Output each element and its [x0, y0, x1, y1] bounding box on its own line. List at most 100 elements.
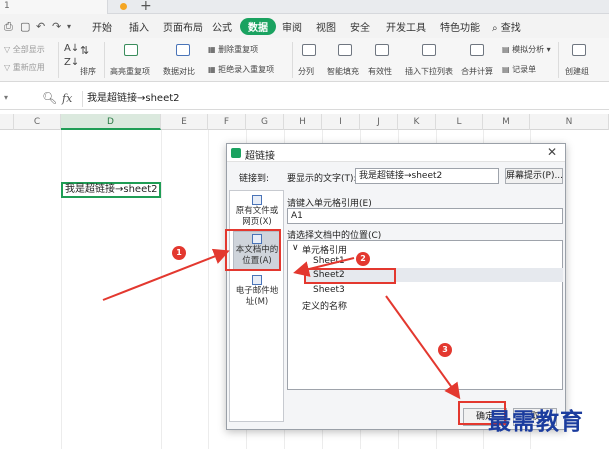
menu-bar: ⎙ ▢ ↶ ↷ ▾ 开始 插入 页面布局 公式 数据 审阅 视图 安全 开发工具… [0, 14, 609, 38]
grid-line [61, 130, 62, 449]
remove-duplicates-button[interactable]: ▦ 删除重复项 [208, 44, 258, 55]
formula-input[interactable]: 我是超链接→sheet2 [82, 91, 609, 107]
redo-icon[interactable]: ↷ [52, 20, 61, 33]
insert-dropdown-icon [422, 44, 436, 56]
tree-expand-icon[interactable]: ∨ [292, 243, 299, 253]
highlight-duplicates-icon [124, 44, 138, 56]
column-headers: C D E F G H I J K L M N [0, 114, 609, 130]
column-header-selected[interactable]: D [61, 114, 161, 130]
corner-cell[interactable] [0, 114, 14, 130]
step-badge-1: 1 [172, 246, 186, 260]
nav-email-address[interactable]: 电子邮件地址(M) [233, 275, 281, 308]
column-header[interactable]: H [284, 114, 322, 130]
simulate-analysis-button[interactable]: ▤ 模拟分析 ▾ [502, 44, 551, 55]
reapply-button[interactable]: ▽ 重新应用 [4, 62, 45, 73]
column-header[interactable]: I [322, 114, 360, 130]
cell-ref-input[interactable]: A1 [287, 208, 563, 224]
tab-developer[interactable]: 开发工具 [386, 19, 426, 34]
tree-defined-names[interactable]: 定义的名称 [302, 299, 347, 312]
zoom-icon[interactable]: 🔍︎ [42, 91, 57, 105]
preview-icon[interactable]: ▢ [20, 20, 30, 33]
filter-icon: ▽ [4, 45, 11, 54]
ribbon-toolbar: ▽ 全部显示 ▽ 重新应用 A↓ Z↓ ⇅ 排序 高亮重复项 数据对比 ▦ 删除… [0, 38, 609, 82]
merge-calc-icon [470, 44, 484, 56]
create-group-icon [572, 44, 586, 56]
insert-dropdown-button[interactable]: 插入下拉列表 [405, 66, 453, 77]
tab-features[interactable]: 特色功能 [440, 19, 480, 34]
tab-insert[interactable]: 插入 [129, 19, 149, 34]
column-header[interactable]: C [14, 114, 61, 130]
search-button[interactable]: ⌕ 查找 [492, 19, 521, 34]
split-column-icon [302, 44, 316, 56]
reject-duplicates-label: 拒绝录入重复项 [218, 65, 275, 74]
tab-view[interactable]: 视图 [316, 19, 336, 34]
quick-access-dropdown-icon[interactable]: ▾ [67, 22, 71, 31]
highlight-duplicates-button[interactable]: 高亮重复项 [110, 66, 150, 77]
email-icon [252, 275, 262, 285]
undo-icon[interactable]: ↶ [36, 20, 45, 33]
column-header[interactable]: M [483, 114, 530, 130]
simulate-icon: ▤ [502, 45, 510, 54]
tree-sheet3[interactable]: Sheet3 [313, 285, 345, 295]
document-tab[interactable]: 1 [0, 0, 108, 14]
tree-cell-reference[interactable]: 单元格引用 [302, 243, 347, 256]
column-header[interactable]: J [360, 114, 398, 130]
column-header[interactable]: F [208, 114, 246, 130]
nav-existing-file[interactable]: 原有文件或网页(X) [233, 195, 281, 228]
smart-fill-button[interactable]: 智能填充 [327, 66, 359, 77]
tab-data[interactable]: 数据 [240, 18, 276, 35]
tab-formula[interactable]: 公式 [212, 19, 232, 34]
ribbon-separator [104, 42, 105, 78]
column-header[interactable]: L [436, 114, 483, 130]
close-icon[interactable]: ✕ [547, 145, 557, 159]
validity-button[interactable]: 有效性 [368, 66, 392, 77]
sort-desc-icon[interactable]: Z↓ [64, 57, 79, 68]
show-all-button[interactable]: ▽ 全部显示 [4, 44, 45, 55]
new-tab-plus-icon[interactable]: + [140, 0, 152, 14]
column-header[interactable]: G [246, 114, 284, 130]
reject-duplicates-icon: ▦ [208, 65, 216, 74]
data-compare-button[interactable]: 数据对比 [163, 66, 195, 77]
data-compare-icon [176, 44, 190, 56]
column-header[interactable]: N [530, 114, 609, 130]
watermark-text: 最需教育 [488, 408, 584, 435]
column-header[interactable]: E [161, 114, 208, 130]
sort-icon[interactable]: ⇅ [80, 44, 89, 57]
tab-review[interactable]: 审阅 [282, 19, 302, 34]
selected-cell-hyperlink[interactable]: 我是超链接→sheet2 [61, 182, 161, 198]
remove-duplicates-label: 删除重复项 [218, 45, 259, 54]
screen-tip-button[interactable]: 屏幕提示(P)... [505, 168, 563, 184]
record-form-button[interactable]: ▤ 记录单 [502, 64, 536, 75]
grid-line [208, 130, 209, 449]
create-group-button[interactable]: 创建组 [565, 66, 589, 77]
reject-duplicates-button[interactable]: ▦ 拒绝录入重复项 [208, 64, 274, 75]
merge-calc-button[interactable]: 合并计算 [461, 66, 493, 77]
sort-button[interactable]: 排序 [80, 66, 96, 77]
ribbon-separator [292, 42, 293, 78]
split-column-button[interactable]: 分列 [298, 66, 314, 77]
highlight-sheet2 [304, 268, 396, 284]
name-box-dropdown-icon[interactable]: ▾ [4, 93, 8, 102]
tab-security[interactable]: 安全 [350, 19, 370, 34]
link-type-pane: 原有文件或网页(X) 本文档中的位置(A) 电子邮件地址(M) [229, 190, 284, 422]
chevron-down-icon: ▾ [546, 45, 551, 54]
search-label: 查找 [500, 23, 521, 34]
sort-asc-icon[interactable]: A↓ [64, 43, 79, 54]
function-fx-icon[interactable]: fx [62, 92, 72, 105]
tree-sheet1[interactable]: Sheet1 [313, 256, 345, 266]
location-tree: ∨ 单元格引用 Sheet1 Sheet2 Sheet3 定义的名称 [287, 240, 563, 390]
formula-bar: ▾ 🔍︎ fx 我是超链接→sheet2 [0, 88, 609, 110]
tab-home[interactable]: 开始 [92, 19, 112, 34]
validity-icon [375, 44, 389, 56]
tab-page-layout[interactable]: 页面布局 [163, 19, 203, 34]
highlight-place-in-document [225, 229, 281, 271]
record-icon: ▤ [502, 65, 510, 74]
nav-email-address-label: 电子邮件地址(M) [235, 286, 279, 307]
dialog-title: 超链接 [245, 151, 275, 162]
display-text-input[interactable]: 我是超链接→sheet2 [355, 168, 499, 184]
print-icon[interactable]: ⎙ [4, 20, 13, 34]
smart-fill-icon [338, 44, 352, 56]
grid-line [161, 130, 162, 449]
column-header[interactable]: K [398, 114, 436, 130]
reapply-label: 重新应用 [12, 63, 45, 72]
